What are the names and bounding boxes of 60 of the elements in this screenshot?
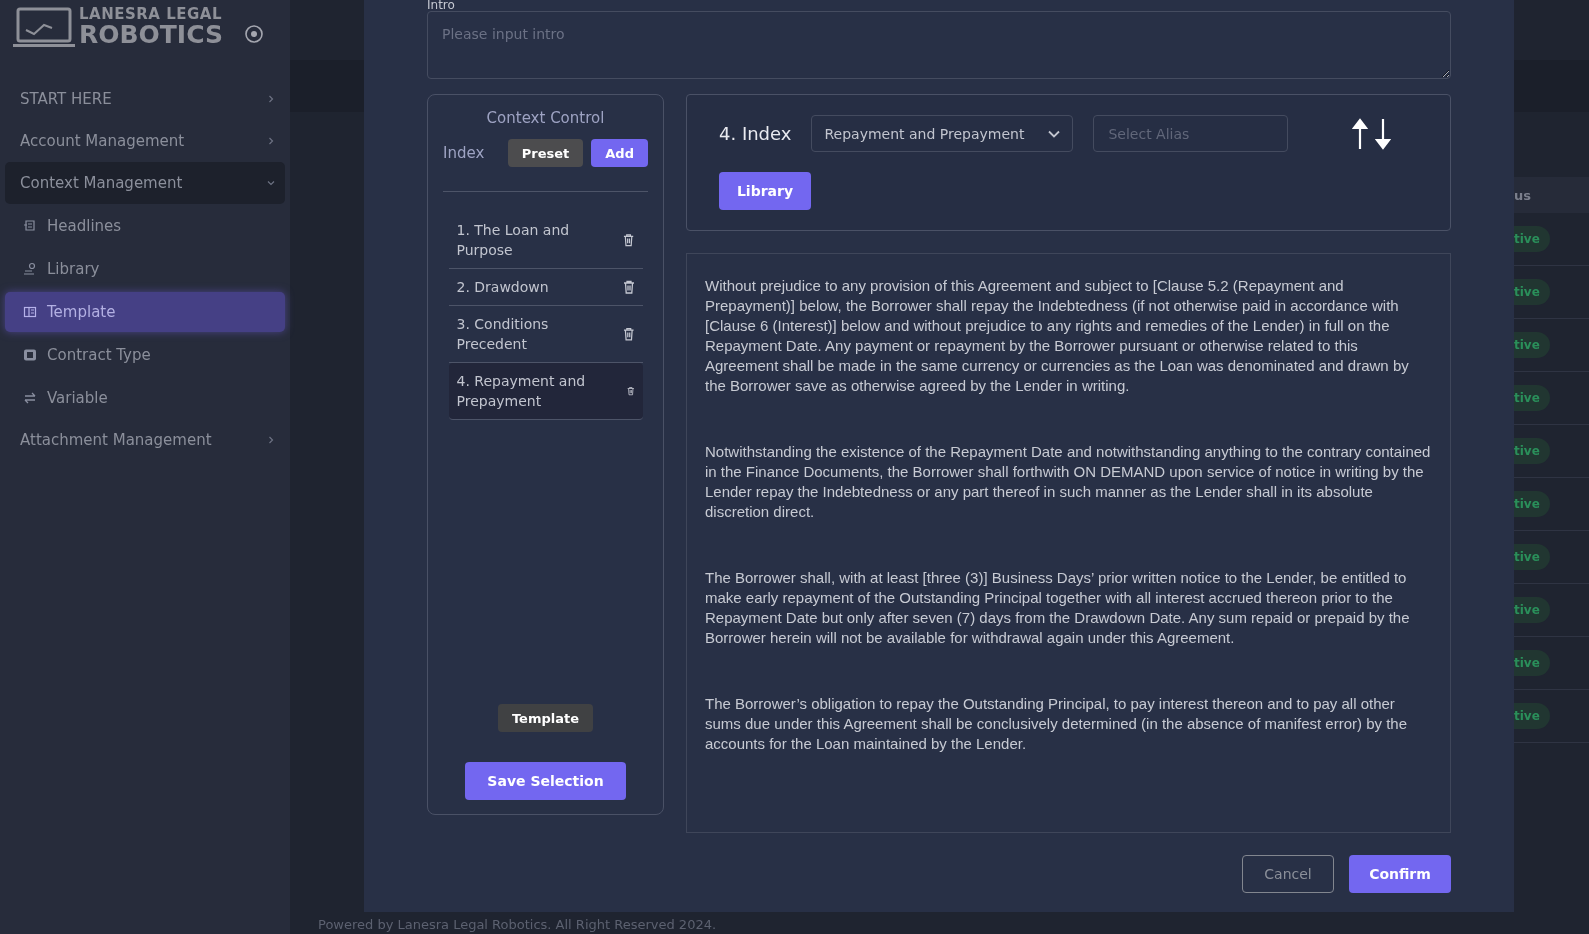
- menu-group[interactable]: Context Management: [5, 162, 285, 204]
- reorder-arrows-icon[interactable]: [1352, 117, 1392, 150]
- menu-item[interactable]: Contract Type: [5, 334, 285, 375]
- status-badge: tive: [1514, 438, 1550, 464]
- index-item[interactable]: 4. Repayment and Prepayment: [448, 363, 643, 420]
- intro-field[interactable]: Please input intro: [427, 11, 1451, 79]
- chevron-icon: [267, 95, 275, 103]
- clause-paragraph: Notwithstanding the existence of the Repayment Date and notwithstanding anything to the contrary contained in the Finance Documents, the Borrower shall forthwith ON DEMAND upon service of notice in writing by the Lender repay the Indebtedness or any part thereof in such manner as the Lender shall in its absolute discretion direct.: [705, 442, 1432, 522]
- footer-text: Powered by Lanesra Legal Robotics. All Right Reserved 2024.: [318, 917, 717, 932]
- section-dropdown[interactable]: Repayment and Prepayment: [811, 115, 1074, 152]
- panel-title: Context Control: [486, 109, 605, 127]
- status-badge: tive: [1514, 491, 1550, 517]
- trash-icon[interactable]: [623, 233, 635, 247]
- menu-group[interactable]: Attachment Management: [5, 419, 285, 461]
- menu-item[interactable]: Library: [5, 248, 285, 289]
- trash-icon[interactable]: [626, 385, 635, 397]
- status-badge: tive: [1514, 279, 1550, 305]
- menu-group[interactable]: Account Management: [5, 120, 285, 162]
- status-badge: tive: [1514, 332, 1550, 358]
- status-badge: tive: [1514, 597, 1550, 623]
- list-icon: [23, 218, 37, 233]
- menu-group[interactable]: START HERE: [5, 78, 285, 120]
- square-icon: [23, 347, 37, 362]
- status-badge: tive: [1514, 703, 1550, 729]
- cancel-button[interactable]: Cancel: [1242, 855, 1334, 893]
- status-badge: tive: [1514, 544, 1550, 570]
- add-button[interactable]: Add: [591, 139, 648, 167]
- alias-field[interactable]: Select Alias: [1093, 115, 1289, 152]
- swap-icon: [23, 390, 37, 405]
- confirm-button[interactable]: Confirm: [1349, 855, 1451, 893]
- trash-icon[interactable]: [622, 280, 635, 294]
- menu-item[interactable]: Variable: [5, 377, 285, 418]
- template-button[interactable]: Template: [497, 704, 594, 732]
- chevron-icon: [267, 436, 275, 444]
- save-selection-button[interactable]: Save Selection: [465, 762, 626, 800]
- index-item[interactable]: 2. Drawdown: [448, 269, 643, 306]
- chevron-icon: [267, 179, 275, 187]
- field-label: Intro: [427, 0, 456, 11]
- status-badge: tive: [1514, 650, 1550, 676]
- status-badge: tive: [1514, 385, 1550, 411]
- status-badge: tive: [1514, 226, 1550, 252]
- laptop-chart-icon: [13, 6, 75, 48]
- clause-paragraph: The Borrower shall, with at least [three (3)] Business Days’ prior written notice to the Lender, be entitled to make early repayment of the Outstanding Principal together with all interest accrued thereon prior to the Repayment Date but only after seven (7) days from the Drawdown Date. Any sum repaid or prepaid by the Borrower herein will not be available for withdrawal again under this Agreement.: [705, 568, 1411, 648]
- index-item[interactable]: 1. The Loan and Purpose: [448, 212, 643, 269]
- library-button[interactable]: Library: [719, 172, 811, 210]
- logo-text: LANESRA LEGAL: [79, 7, 223, 22]
- chevron-icon: [1048, 129, 1061, 138]
- section-heading: 4. Index: [719, 123, 792, 144]
- index-label: Index: [443, 144, 486, 162]
- menu-item[interactable]: Headlines: [5, 205, 285, 246]
- menu-item[interactable]: Template: [5, 291, 285, 332]
- trash-icon[interactable]: [622, 327, 635, 341]
- column-header: us: [1514, 177, 1589, 213]
- grid-icon: [23, 304, 37, 319]
- target-icon[interactable]: [245, 25, 263, 43]
- clause-paragraph: Without prejudice to any provision of this Agreement and subject to [Clause 5.2 (Repayment and Prepayment)] below, the Borrower shall repay the Indebtedness (if not otherwise paid in accordance with [Clause 6 (Interest)] below and without prejudice to any rights and remedies of the Lender) in full on the Repayment Date. Any payment or repayment by the Borrower pursuant or otherwise related to this Agreement shall be made in the same currency or currencies as the Loan was denominated and drawn by the Borrower save as otherwise agreed by the Lender in writing.: [705, 276, 1410, 396]
- preset-button[interactable]: Preset: [507, 139, 584, 167]
- chevron-icon: [267, 137, 275, 145]
- logo-text: ROBOTICS: [79, 22, 223, 47]
- clause-paragraph: The Borrower’s obligation to repay the Outstanding Principal, to pay interest thereon and to pay all other sums due under this Agreement shall be conclusively determined (in the absence of manifest error) by the accounts for the Loan maintained by the Lender.: [705, 694, 1409, 754]
